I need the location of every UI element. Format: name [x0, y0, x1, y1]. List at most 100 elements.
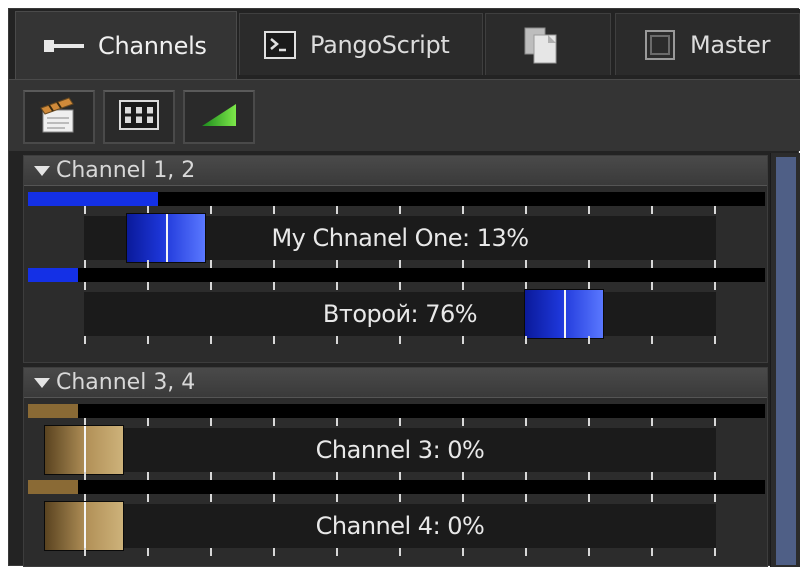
- tick-mark: [84, 282, 86, 290]
- level-meter: [28, 192, 765, 206]
- fader-knob[interactable]: [524, 289, 604, 339]
- tick-mark: [651, 336, 653, 344]
- fader-track[interactable]: Channel 4: 0%: [44, 501, 716, 551]
- channel-group-3-4: Channel 3, 4 Channel 3: 0% Channel 4: 0%: [23, 367, 768, 567]
- tick-mark: [273, 206, 275, 214]
- volume-ramp-icon: [198, 100, 240, 134]
- clapperboard-button[interactable]: [23, 90, 95, 144]
- fader-knob[interactable]: [44, 501, 124, 551]
- tick-row: [84, 282, 716, 290]
- tick-mark: [273, 418, 275, 426]
- tick-mark: [273, 548, 275, 556]
- tick-mark: [714, 548, 716, 556]
- tick-mark: [525, 206, 527, 214]
- fader-label: Channel 3: 0%: [315, 436, 485, 464]
- channel-list: Channel 1, 2 My Chnanel One: 13% Второй:…: [23, 151, 768, 567]
- group-title: Channel 3, 4: [56, 370, 196, 395]
- tick-mark: [84, 548, 86, 556]
- level-meter-fill: [28, 268, 78, 282]
- tick-row: [84, 548, 716, 556]
- channel-grid-button[interactable]: [103, 90, 175, 144]
- scrollbar-thumb[interactable]: [776, 157, 796, 565]
- volume-ramp-button[interactable]: [183, 90, 255, 144]
- tick-row: [84, 472, 716, 480]
- tick-mark: [651, 494, 653, 502]
- level-meter: [28, 268, 765, 282]
- tick-mark: [714, 206, 716, 214]
- tick-mark: [399, 260, 401, 268]
- tick-mark: [84, 472, 86, 480]
- master-icon: [644, 29, 676, 61]
- tick-mark: [462, 282, 464, 290]
- tick-mark: [462, 494, 464, 502]
- tick-mark: [147, 260, 149, 268]
- tick-mark: [462, 472, 464, 480]
- tab-master[interactable]: Master: [615, 13, 800, 75]
- group-header[interactable]: Channel 3, 4: [24, 368, 767, 398]
- fader-track[interactable]: Channel 3: 0%: [44, 425, 716, 475]
- collapse-triangle-icon[interactable]: [34, 165, 50, 176]
- tick-mark: [399, 548, 401, 556]
- tick-mark: [147, 472, 149, 480]
- clapperboard-icon: [39, 96, 79, 138]
- tick-mark: [273, 336, 275, 344]
- tick-mark: [651, 282, 653, 290]
- fader-label: Channel 4: 0%: [315, 512, 485, 540]
- level-meter-fill: [28, 192, 158, 206]
- tick-mark: [147, 418, 149, 426]
- tick-mark: [336, 336, 338, 344]
- channel-group-1-2: Channel 1, 2 My Chnanel One: 13% Второй:…: [23, 155, 768, 363]
- tick-mark: [336, 472, 338, 480]
- tab-pangoscript[interactable]: PangoScript: [239, 13, 483, 75]
- group-header[interactable]: Channel 1, 2: [24, 156, 767, 186]
- tick-mark: [588, 548, 590, 556]
- tick-mark: [588, 260, 590, 268]
- tick-mark: [210, 418, 212, 426]
- tick-mark: [651, 548, 653, 556]
- tick-mark: [147, 494, 149, 502]
- tick-row: [84, 494, 716, 502]
- tick-mark: [336, 418, 338, 426]
- tick-mark: [84, 260, 86, 268]
- tick-mark: [399, 206, 401, 214]
- fader-track[interactable]: Второй: 76%: [84, 289, 716, 339]
- fader-knob[interactable]: [126, 213, 206, 263]
- tick-mark: [651, 472, 653, 480]
- tick-mark: [714, 494, 716, 502]
- group-title: Channel 1, 2: [56, 158, 196, 183]
- tick-mark: [84, 206, 86, 214]
- tick-mark: [399, 418, 401, 426]
- tick-mark: [651, 418, 653, 426]
- tick-mark: [525, 548, 527, 556]
- fader-track[interactable]: My Chnanel One: 13%: [84, 213, 716, 263]
- tick-mark: [336, 548, 338, 556]
- toolbar: [9, 79, 800, 151]
- tick-mark: [336, 260, 338, 268]
- collapse-triangle-icon[interactable]: [34, 377, 50, 388]
- tick-mark: [714, 282, 716, 290]
- tick-mark: [462, 336, 464, 344]
- tick-row: [84, 336, 716, 344]
- vertical-scrollbar[interactable]: [770, 153, 800, 567]
- tick-mark: [462, 548, 464, 556]
- tick-mark: [147, 548, 149, 556]
- tick-mark: [588, 494, 590, 502]
- tick-mark: [273, 472, 275, 480]
- fader-label: Второй: 76%: [322, 300, 478, 328]
- tick-mark: [525, 472, 527, 480]
- tab-pangoscript-label: PangoScript: [310, 30, 450, 59]
- tick-mark: [714, 472, 716, 480]
- tab-channels[interactable]: Channels: [15, 11, 237, 79]
- fader-knob[interactable]: [44, 425, 124, 475]
- script-icon: [264, 30, 296, 59]
- level-meter-fill: [28, 480, 78, 494]
- tick-row: [84, 418, 716, 426]
- tab-pages[interactable]: [485, 13, 611, 75]
- tick-mark: [462, 206, 464, 214]
- tick-mark: [210, 336, 212, 344]
- tick-mark: [273, 260, 275, 268]
- tab-master-label: Master: [690, 30, 771, 59]
- tick-mark: [147, 282, 149, 290]
- tick-mark: [525, 494, 527, 502]
- tick-mark: [399, 472, 401, 480]
